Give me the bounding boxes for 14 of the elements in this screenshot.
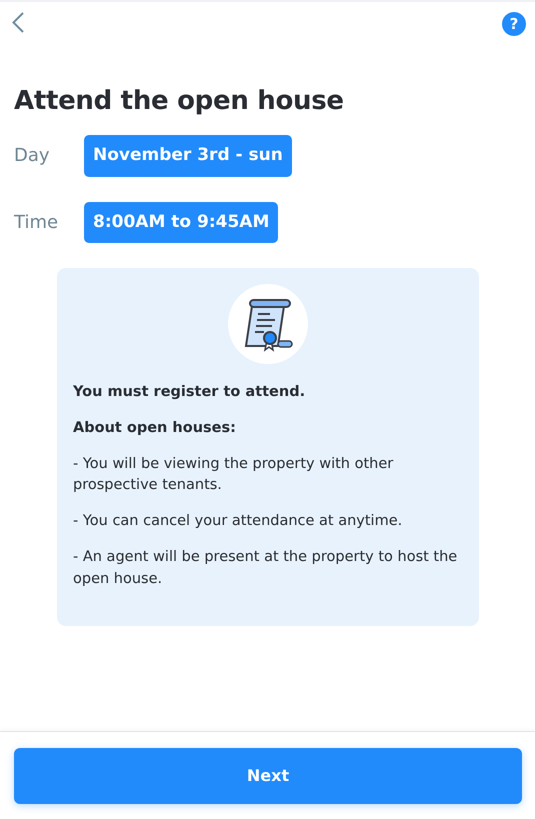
detail-label: Time [14,210,60,235]
info-heading: You must register to attend. [73,383,306,402]
certificate-icon [228,284,308,364]
info-text: - You can cancel your attendance at anytime. [73,512,404,532]
page-title: Attend the open house [14,86,345,118]
info-text: - You will be viewing the property with other prospective tenants. [73,454,394,496]
info-heading: About open houses: [73,418,237,438]
info-text: - An agent will be present at the property to host the open house. [73,548,458,589]
detail-label: Day [14,144,51,168]
next-button[interactable]: Next [14,748,522,804]
detail-value: 8:00AM to 9:45AM [84,202,278,244]
back-icon[interactable] [12,12,24,33]
help-button[interactable]: ? [502,12,526,36]
detail-value: November 3rd - sun [84,135,292,177]
